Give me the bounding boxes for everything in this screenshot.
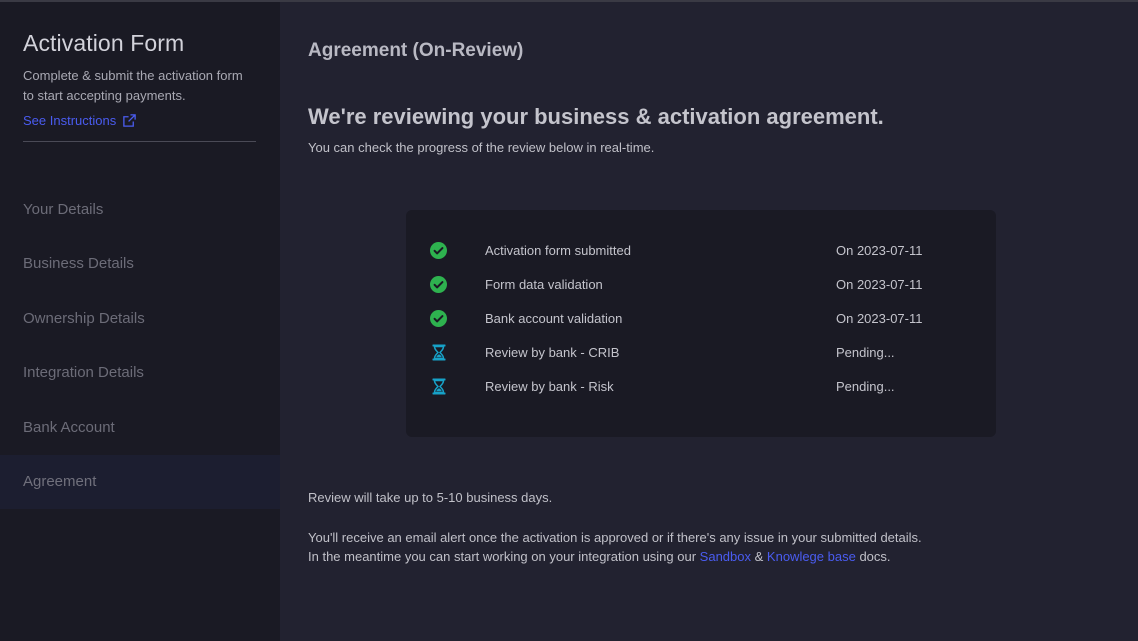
sidebar-item-label: Integration Details [23,364,144,382]
sidebar-item-integration-details[interactable]: Integration Details [0,346,280,401]
review-title: We're reviewing your business & activati… [308,104,884,129]
progress-step-label: Form data validation [485,276,603,292]
knowledge-base-link[interactable]: Knowlege base [767,549,856,564]
sidebar-header: Activation Form Complete & submit the ac… [0,2,280,130]
meantime-text: In the meantime you can start working on… [308,549,891,564]
meantime-suffix: docs. [859,549,891,564]
check-circle-icon [430,309,447,327]
meantime-prefix: In the meantime you can start working on… [308,549,697,564]
progress-step: Review by bank - CRIB Pending... [406,335,996,369]
sandbox-link[interactable]: Sandbox [700,549,751,564]
progress-step: Bank account validation On 2023-07-11 [406,301,996,335]
progress-step-status: Pending... [836,378,895,394]
review-duration-text: Review will take up to 5-10 business day… [308,490,553,505]
sidebar-nav: Your Details Business Details Ownership … [0,182,280,509]
external-link-icon [123,114,136,127]
hourglass-icon [430,344,447,361]
progress-step-status: Pending... [836,344,895,360]
progress-step: Review by bank - Risk Pending... [406,369,996,403]
see-instructions-label: See Instructions [23,113,117,128]
check-circle-icon [430,241,447,259]
check-circle-icon [430,275,447,293]
sidebar-title: Activation Form [23,30,185,56]
sidebar-item-label: Business Details [23,255,134,273]
sidebar-subtitle-line2: to start accepting payments. [23,88,186,103]
sidebar-subtitle-line1: Complete & submit the activation form [23,68,243,83]
see-instructions-link[interactable]: See Instructions [23,113,137,128]
sidebar-item-business-details[interactable]: Business Details [0,237,280,292]
sidebar-item-label: Ownership Details [23,309,145,327]
sidebar-item-ownership-details[interactable]: Ownership Details [0,291,280,346]
sidebar-subtitle: Complete & submit the activation form to… [23,66,256,106]
progress-step-status: On 2023-07-11 [836,310,923,326]
progress-step-label: Bank account validation [485,310,623,326]
sidebar: Activation Form Complete & submit the ac… [0,0,280,641]
progress-step: Activation form submitted On 2023-07-11 [406,233,996,267]
progress-step: Form data validation On 2023-07-11 [406,267,996,301]
ampersand-text: & [754,549,764,564]
sidebar-item-bank-account[interactable]: Bank Account [0,400,280,455]
sidebar-item-agreement[interactable]: Agreement [0,454,280,509]
main-content: Agreement (On-Review) We're reviewing yo… [280,0,1138,641]
review-subtitle: You can check the progress of the review… [308,140,655,155]
progress-step-label: Review by bank - CRIB [485,344,620,360]
email-note-text: You'll receive an email alert once the a… [308,530,922,545]
progress-step-label: Activation form submitted [485,242,631,258]
sidebar-divider [23,141,256,142]
sidebar-item-your-details[interactable]: Your Details [0,182,280,237]
page-title: Agreement (On-Review) [308,40,524,61]
sidebar-item-label: Agreement [23,473,97,491]
hourglass-icon [430,378,447,395]
sidebar-item-label: Bank Account [23,418,115,436]
sidebar-item-label: Your Details [23,200,104,218]
review-progress-card: Activation form submitted On 2023-07-11 … [406,210,996,437]
progress-step-status: On 2023-07-11 [836,242,923,258]
progress-step-status: On 2023-07-11 [836,276,923,292]
progress-step-label: Review by bank - Risk [485,378,614,394]
